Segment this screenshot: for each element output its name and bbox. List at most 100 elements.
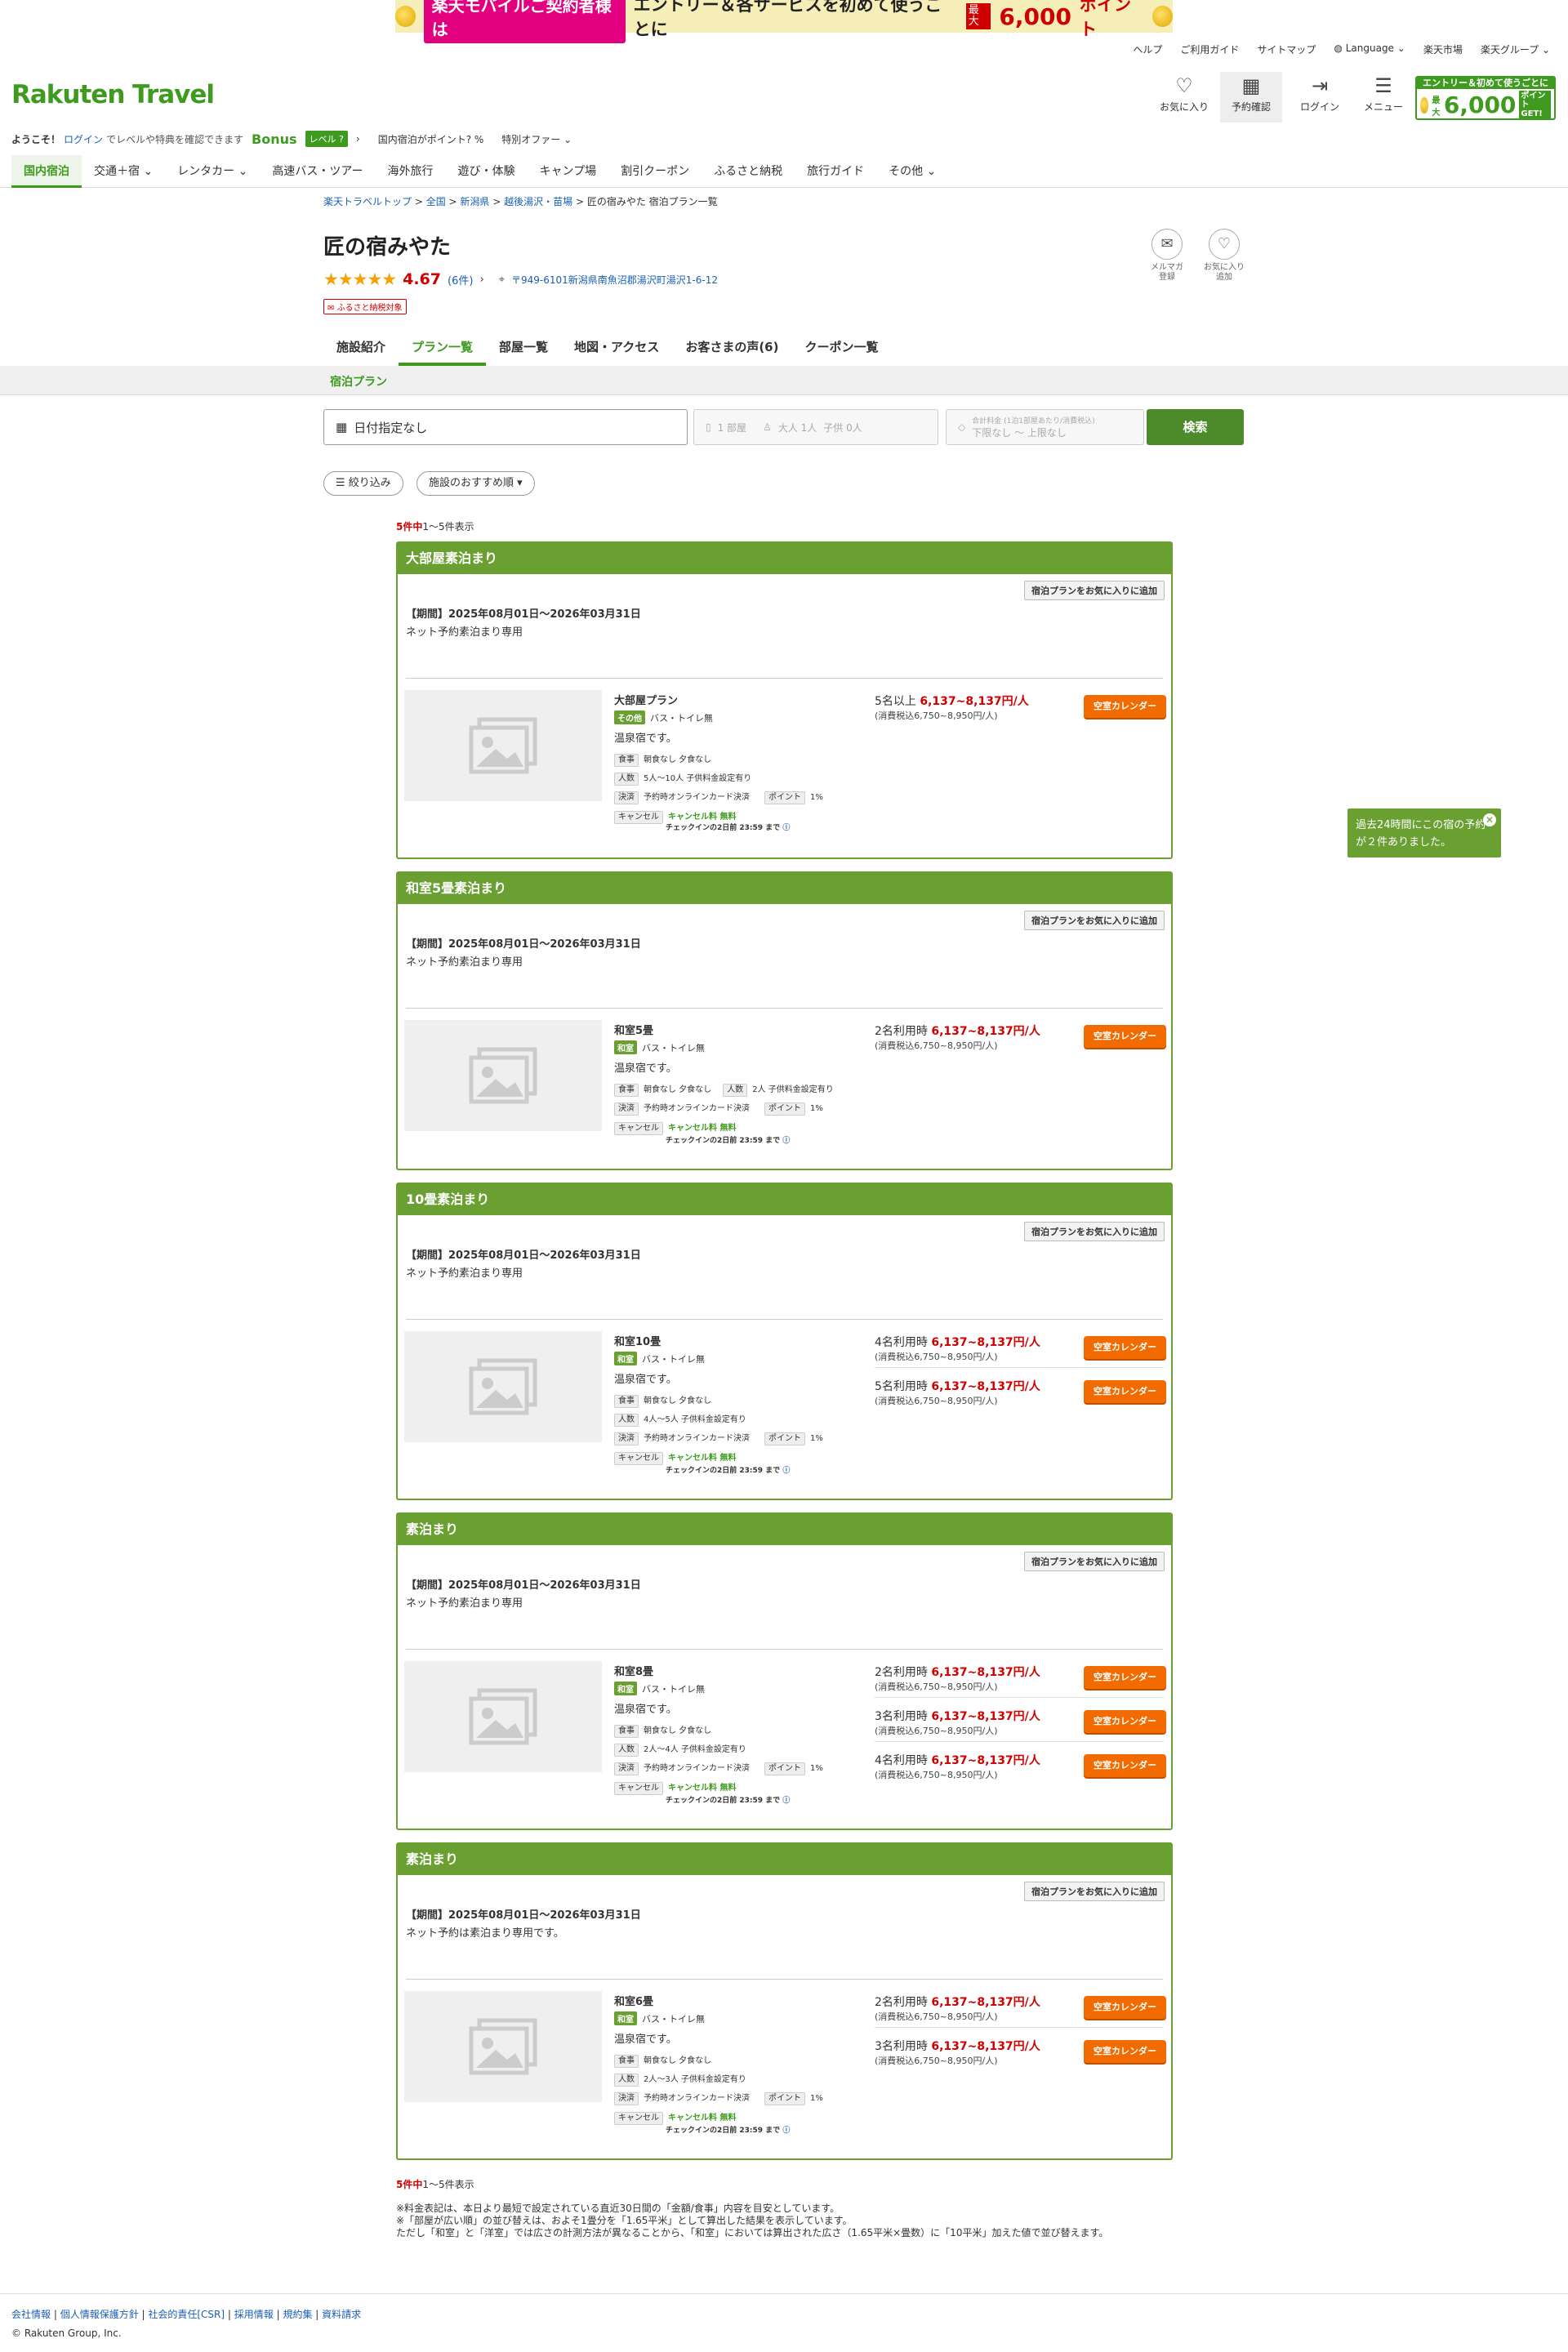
nav-overseas[interactable]: 海外旅行 xyxy=(376,155,446,188)
vacancy-calendar-button[interactable]: 空室カレンダー xyxy=(1084,1336,1166,1359)
nav-furusato[interactable]: ふるさと納税 xyxy=(702,155,795,188)
nav-others[interactable]: その他 ⌄ xyxy=(876,155,948,188)
favorites-button[interactable]: ♡ お気に入り xyxy=(1153,72,1215,122)
info-icon[interactable]: ⓘ xyxy=(782,1137,790,1145)
tab-coupons[interactable]: クーポン一覧 xyxy=(791,328,891,366)
room-name[interactable]: 和室6畳 xyxy=(614,1993,653,2008)
vacancy-calendar-button[interactable]: 空室カレンダー xyxy=(1084,2040,1166,2063)
info-icon[interactable]: ⓘ xyxy=(782,824,790,832)
nav-bus-tour[interactable]: 高速バス・ツアー xyxy=(260,155,375,188)
vacancy-calendar-button[interactable]: 空室カレンダー xyxy=(1084,1666,1166,1689)
breadcrumb-yuzawa[interactable]: 越後湯沢・苗場 xyxy=(504,196,572,207)
language-label: Language xyxy=(1345,42,1394,54)
rooms-value: 1 部屋 xyxy=(717,421,747,434)
welcome-login-link[interactable]: ログイン xyxy=(64,132,103,146)
room-image[interactable] xyxy=(404,1661,602,1772)
nav-camping[interactable]: キャンプ場 xyxy=(528,155,609,188)
furusato-badge: ✉ ふるさと納税対象 xyxy=(323,299,407,314)
nav-rentacar[interactable]: レンタカー ⌄ xyxy=(165,155,260,188)
breadcrumb-top[interactable]: 楽天トラベルトップ xyxy=(323,196,412,207)
room-image[interactable] xyxy=(404,1991,602,2102)
info-icon[interactable]: ⓘ xyxy=(782,1797,790,1805)
points-promo-box[interactable]: エントリー＆初めて使うごとに 最大 6,000 ポイントGET! xyxy=(1415,76,1556,120)
payment-label: 決済 xyxy=(614,2092,639,2105)
star-rating-icon: ★★★★★ xyxy=(323,270,397,289)
group-label: 楽天グループ xyxy=(1480,44,1539,56)
subtab-stay-plans[interactable]: 宿泊プラン xyxy=(330,373,387,390)
rakuten-travel-logo[interactable]: Rakuten Travel xyxy=(11,80,215,109)
vacancy-calendar-button[interactable]: 空室カレンダー xyxy=(1084,1380,1166,1403)
toplink-sitemap[interactable]: サイトマップ xyxy=(1257,42,1316,56)
tab-plans[interactable]: プラン一覧 xyxy=(399,328,487,366)
close-icon[interactable]: ✕ xyxy=(1483,813,1496,826)
footer-link-company[interactable]: 会社情報 xyxy=(11,2309,51,2320)
mailmag-button[interactable]: ✉ メルマガ 登録 xyxy=(1147,229,1187,283)
footer-link-privacy[interactable]: 個人情報保護方針 xyxy=(60,2309,139,2320)
footer-link-documents[interactable]: 資料請求 xyxy=(322,2309,361,2320)
plan-favorite-button[interactable]: 宿泊プランをお気に入りに追加 xyxy=(1024,581,1165,600)
room-image[interactable] xyxy=(404,1020,602,1131)
breadcrumb-national[interactable]: 全国 xyxy=(426,196,446,207)
room-name[interactable]: 大部屋プラン xyxy=(614,692,678,707)
footer-link-csr[interactable]: 社会的責任[CSR] xyxy=(148,2309,225,2320)
sort-select[interactable]: 施設のおすすめ順 ▾ xyxy=(416,471,535,496)
footer-link-terms[interactable]: 規約集 xyxy=(283,2309,312,2320)
reservation-check-button[interactable]: ▦ 予約確認 xyxy=(1220,72,1282,122)
toplink-help[interactable]: ヘルプ xyxy=(1133,42,1162,56)
breadcrumb-niigata[interactable]: 新潟県 xyxy=(460,196,489,207)
plan-title[interactable]: 素泊まり xyxy=(398,1844,1171,1875)
banner-pink-label: 楽天モバイルご契約者様は xyxy=(423,0,626,43)
promo-banner[interactable]: 楽天モバイルご契約者様は エントリー＆各サービスを初めて使うごとに 最大 6,0… xyxy=(395,0,1174,43)
tab-map[interactable]: 地図・アクセス xyxy=(561,328,672,366)
review-count-link[interactable]: (6件) xyxy=(448,272,473,287)
info-icon[interactable]: ⓘ xyxy=(782,2127,790,2135)
room-name[interactable]: 和室5畳 xyxy=(614,1022,653,1037)
menu-button[interactable]: ☰ メニュー xyxy=(1352,72,1414,122)
special-offer-link[interactable]: 特別オファー ⌄ xyxy=(501,132,572,146)
toplink-language[interactable]: ◍ Language ⌄ xyxy=(1334,42,1405,56)
vacancy-calendar-button[interactable]: 空室カレンダー xyxy=(1084,695,1166,718)
point-value: 1% xyxy=(810,1434,823,1443)
room-image[interactable] xyxy=(404,1331,602,1442)
tab-reviews[interactable]: お客さまの声(6) xyxy=(672,328,791,366)
room-name[interactable]: 和室8畳 xyxy=(614,1663,653,1678)
nav-coupons[interactable]: 割引クーポン xyxy=(608,155,702,188)
plan-title[interactable]: 和室5畳素泊まり xyxy=(398,873,1171,904)
price-tax: (消費税込6,750~8,950円/人) xyxy=(875,1352,998,1362)
plan-title[interactable]: 素泊まり xyxy=(398,1514,1171,1545)
search-button[interactable]: 検索 xyxy=(1147,409,1244,445)
vacancy-calendar-button[interactable]: 空室カレンダー xyxy=(1084,1996,1166,2019)
bonus-level-badge[interactable]: レベル ? xyxy=(305,131,348,147)
plan-title[interactable]: 大部屋素泊まり xyxy=(398,543,1171,574)
login-button[interactable]: ⇥ ログイン xyxy=(1289,72,1351,122)
toplink-ichiba[interactable]: 楽天市場 xyxy=(1423,42,1463,56)
info-icon[interactable]: ⓘ xyxy=(782,1467,790,1475)
vacancy-calendar-button[interactable]: 空室カレンダー xyxy=(1084,1025,1166,1048)
vacancy-calendar-button[interactable]: 空室カレンダー xyxy=(1084,1710,1166,1733)
price-range-selector[interactable]: ◇ 合計料金 (1泊1部屋あたり/消費税込) 下限なし 〜 上限なし xyxy=(946,409,1144,445)
plan-title[interactable]: 10畳素泊まり xyxy=(398,1184,1171,1215)
domestic-points-text[interactable]: 国内宿泊がポイント? % xyxy=(378,132,484,146)
room-image[interactable] xyxy=(404,690,602,801)
tab-overview[interactable]: 施設紹介 xyxy=(323,328,399,366)
plan-favorite-button[interactable]: 宿泊プランをお気に入りに追加 xyxy=(1024,911,1165,930)
date-picker[interactable]: ▦ 日付指定なし xyxy=(323,409,688,445)
plan-favorite-button[interactable]: 宿泊プランをお気に入りに追加 xyxy=(1024,1882,1165,1901)
vacancy-calendar-button[interactable]: 空室カレンダー xyxy=(1084,1754,1166,1777)
hotel-address-link[interactable]: 〒949-6101新潟県南魚沼郡湯沢町湯沢1-6-12 xyxy=(511,273,718,287)
room-name[interactable]: 和室10畳 xyxy=(614,1333,661,1348)
plan-favorite-button[interactable]: 宿泊プランをお気に入りに追加 xyxy=(1024,1552,1165,1571)
people-value: 2人〜3人 子供料金設定有り xyxy=(644,2075,746,2084)
add-favorite-button[interactable]: ♡ お気に入り 追加 xyxy=(1204,229,1245,283)
toplink-guide[interactable]: ご利用ガイド xyxy=(1180,42,1239,56)
rooms-guests-selector[interactable]: ▯ 1 部屋 ♙ 大人 1人 子供 0人 xyxy=(693,409,938,445)
footer-link-recruit[interactable]: 採用情報 xyxy=(234,2309,274,2320)
filter-button[interactable]: ☰ 絞り込み xyxy=(323,471,403,496)
tab-rooms[interactable]: 部屋一覧 xyxy=(486,328,561,366)
plan-favorite-button[interactable]: 宿泊プランをお気に入りに追加 xyxy=(1024,1222,1165,1241)
nav-activities[interactable]: 遊び・体験 xyxy=(446,155,528,188)
nav-domestic[interactable]: 国内宿泊 xyxy=(11,154,82,188)
nav-transport-hotel[interactable]: 交通＋宿 ⌄ xyxy=(82,155,165,188)
toplink-group[interactable]: 楽天グループ ⌄ xyxy=(1481,42,1550,56)
nav-guide[interactable]: 旅行ガイド xyxy=(795,155,876,188)
